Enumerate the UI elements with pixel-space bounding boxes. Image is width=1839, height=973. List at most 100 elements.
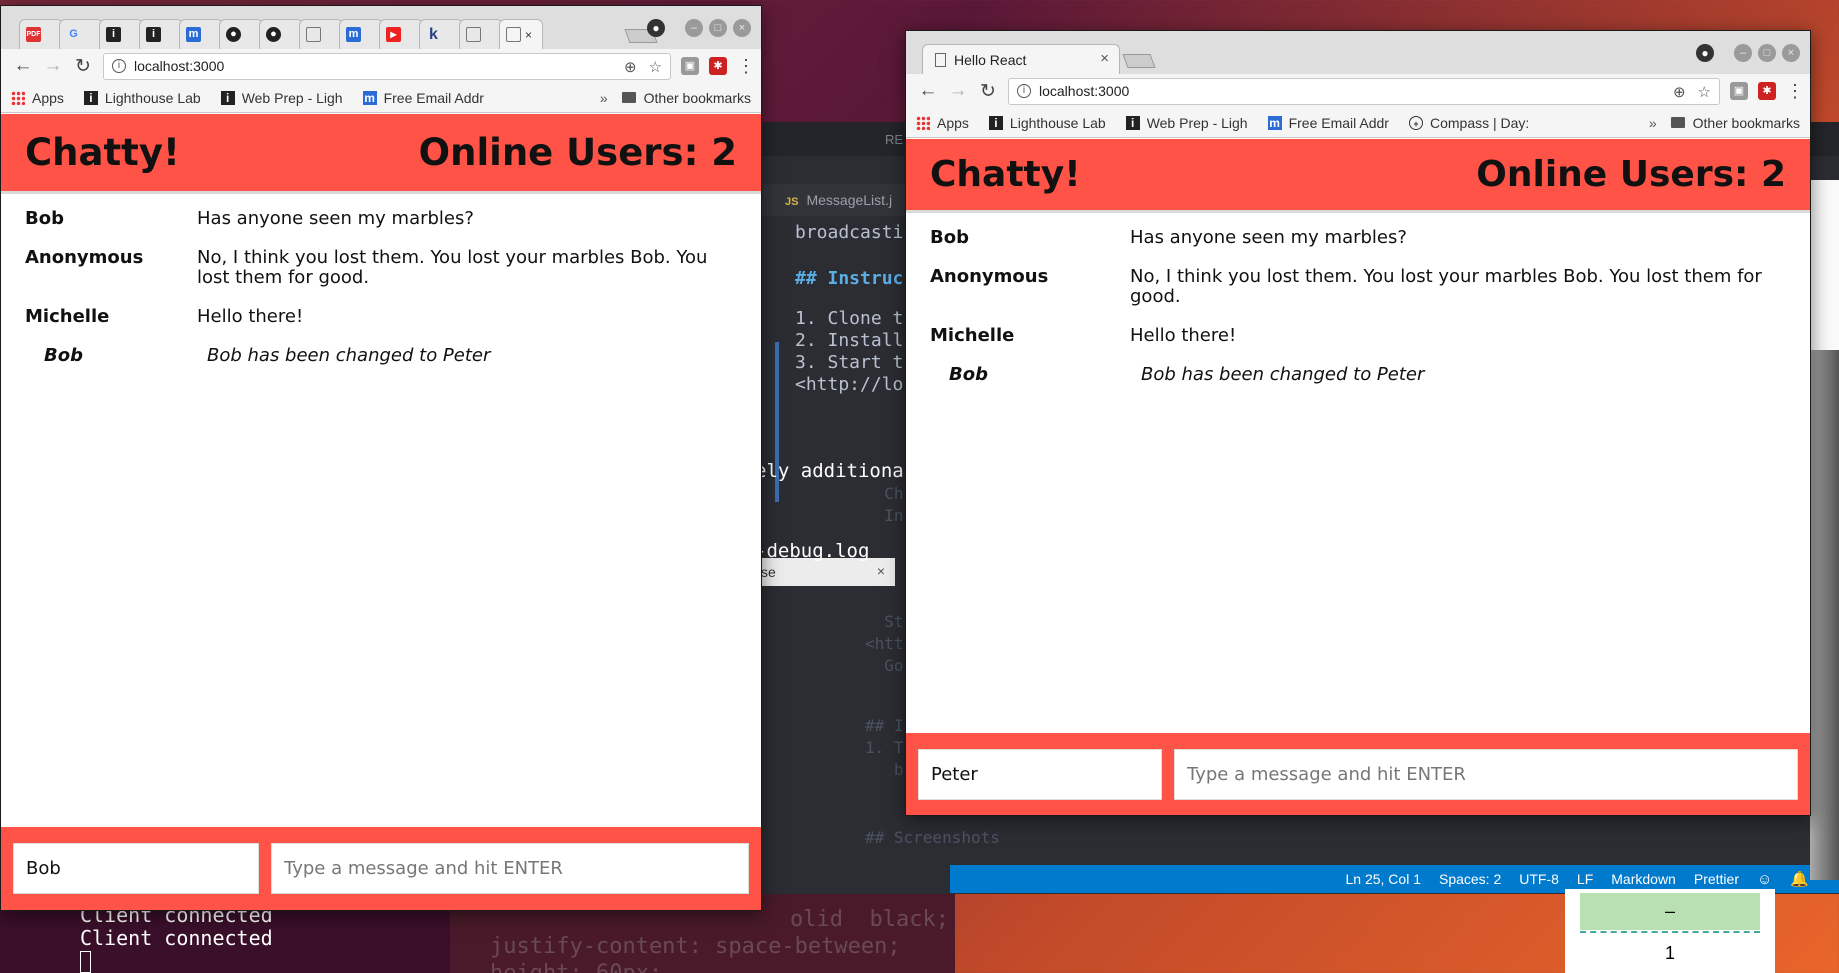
browser-tab[interactable]: ● (259, 19, 303, 49)
reload-icon[interactable]: ↻ (73, 55, 93, 78)
extension-icon[interactable]: ▣ (1730, 82, 1748, 100)
browser-tab[interactable]: ● (219, 19, 263, 49)
address-bar[interactable]: i localhost:3000 ⊕ ☆ (103, 52, 671, 80)
browser-tab[interactable]: i (139, 19, 183, 49)
chat-bar (906, 733, 1810, 815)
address-bar-url: localhost:3000 (1039, 83, 1130, 99)
close-icon[interactable]: × (525, 28, 532, 42)
message-username: Bob (949, 364, 988, 385)
message-content: Bob has been changed to Peter (1141, 364, 1425, 385)
info-icon[interactable]: i (112, 59, 126, 73)
bookmark-apps[interactable]: Apps (11, 90, 64, 106)
browser-tab[interactable]: PDF (19, 19, 63, 49)
browser-tab[interactable]: i (99, 19, 143, 49)
editor-panel-tab[interactable]: se × (755, 558, 895, 586)
status-line-ending[interactable]: LF (1577, 871, 1593, 887)
close-icon[interactable]: × (1100, 50, 1109, 67)
bookmark-lighthouse[interactable]: i Lighthouse Lab (988, 115, 1106, 131)
spreadsheet-cell[interactable]: – (1580, 893, 1760, 930)
online-users-count: Online Users: 2 (1476, 154, 1786, 195)
bookmark-free-email[interactable]: m Free Email Addr (362, 90, 484, 106)
editor-file-tab-label: MessageList.j (806, 192, 893, 208)
username-input[interactable] (13, 843, 259, 894)
reload-icon[interactable]: ↻ (978, 80, 998, 103)
star-icon[interactable]: ☆ (1698, 83, 1711, 101)
extension-icon[interactable]: ▣ (681, 57, 699, 75)
minimize-icon[interactable]: – (685, 19, 703, 37)
maximize-icon[interactable]: □ (709, 19, 727, 37)
system-notification: Bob Bob has been changed to Peter (25, 346, 737, 366)
terminal-output-line: ely additiona (755, 460, 904, 482)
back-arrow-icon[interactable]: ← (918, 80, 938, 102)
editor-panel-tab-label: se (761, 564, 776, 580)
zoom-icon[interactable]: ⊕ (1673, 83, 1686, 101)
extension-icon[interactable]: ✱ (709, 57, 727, 75)
brand-title[interactable]: Chatty! (930, 154, 1081, 195)
zoom-icon[interactable]: ⊕ (624, 58, 637, 76)
bookmark-web-prep[interactable]: i Web Prep - Ligh (220, 90, 343, 106)
star-icon[interactable]: ☆ (649, 58, 662, 76)
browser-tab[interactable] (459, 19, 503, 49)
minimize-icon[interactable]: – (1734, 44, 1752, 62)
tab-strip: Hello React × ● – □ × (906, 31, 1810, 74)
bell-icon[interactable]: 🔔 (1790, 870, 1809, 888)
profile-icon[interactable]: ● (1696, 44, 1714, 62)
app-navbar: Chatty! Online Users: 2 (906, 139, 1810, 213)
forward-arrow-icon[interactable]: → (43, 55, 63, 77)
more-bookmarks-chevron[interactable]: » (1649, 115, 1657, 131)
pdf-icon: PDF (26, 27, 41, 42)
browser-tab[interactable] (299, 19, 343, 49)
browser-tab-active[interactable]: × (499, 19, 543, 49)
browser-tab[interactable]: G (59, 19, 103, 49)
message-input[interactable] (271, 843, 749, 894)
menu-icon[interactable]: ⋮ (1786, 81, 1804, 102)
maximize-icon[interactable]: □ (1758, 44, 1776, 62)
smiley-icon[interactable]: ☺ (1757, 871, 1772, 888)
message-input[interactable] (1174, 748, 1798, 800)
apps-grid-icon (11, 90, 25, 105)
info-icon[interactable]: i (1017, 84, 1031, 98)
more-bookmarks-chevron[interactable]: » (600, 90, 608, 106)
browser-tab[interactable]: k (419, 19, 463, 49)
js-file-icon: JS (785, 196, 799, 208)
other-bookmarks-folder[interactable]: Other bookmarks (621, 90, 751, 106)
apps-grid-icon (916, 115, 930, 130)
message-username: Anonymous (25, 247, 144, 268)
message-content: Hello there! (1130, 325, 1237, 346)
bookmark-label: Lighthouse Lab (104, 89, 201, 106)
spreadsheet-cell[interactable]: 1 (1580, 931, 1760, 971)
brand-title[interactable]: Chatty! (25, 131, 180, 174)
browser-tab[interactable]: ▶ (379, 19, 423, 49)
username-input[interactable] (918, 748, 1162, 800)
bookmark-compass[interactable]: + Compass | Day: (1408, 115, 1529, 131)
back-arrow-icon[interactable]: ← (13, 55, 33, 77)
chatty-app: Chatty! Online Users: 2 Bob Has anyone se… (1, 114, 761, 910)
github-icon: ● (266, 27, 281, 42)
forward-arrow-icon[interactable]: → (948, 80, 968, 102)
bookmark-apps[interactable]: Apps (916, 115, 969, 131)
profile-icon[interactable]: ● (647, 19, 665, 37)
status-encoding[interactable]: UTF-8 (1519, 871, 1559, 887)
address-bar[interactable]: i localhost:3000 ⊕ ☆ (1008, 77, 1720, 105)
browser-tab[interactable]: m (179, 19, 223, 49)
status-language[interactable]: Markdown (1611, 871, 1676, 887)
background-image (1810, 350, 1839, 880)
new-tab-button[interactable] (1122, 54, 1156, 68)
status-indentation[interactable]: Spaces: 2 (1439, 871, 1501, 887)
close-icon[interactable]: × (877, 563, 885, 579)
status-formatter[interactable]: Prettier (1694, 871, 1739, 887)
page-icon (306, 27, 321, 42)
k-icon: k (429, 26, 438, 43)
bookmark-lighthouse[interactable]: i Lighthouse Lab (83, 89, 201, 106)
extension-icon[interactable]: ✱ (1758, 82, 1776, 100)
bookmark-web-prep[interactable]: i Web Prep - Ligh (1125, 115, 1248, 131)
close-window-icon[interactable]: × (1782, 44, 1800, 62)
browser-tab[interactable]: m (339, 19, 383, 49)
menu-icon[interactable]: ⋮ (737, 56, 755, 77)
status-cursor-position[interactable]: Ln 25, Col 1 (1345, 871, 1421, 887)
message: Bob Has anyone seen my marbles? (930, 228, 1786, 248)
browser-tab-active[interactable]: Hello React × (922, 44, 1120, 74)
bookmark-free-email[interactable]: m Free Email Addr (1267, 115, 1389, 131)
other-bookmarks-folder[interactable]: Other bookmarks (1670, 115, 1800, 131)
close-window-icon[interactable]: × (733, 19, 751, 37)
